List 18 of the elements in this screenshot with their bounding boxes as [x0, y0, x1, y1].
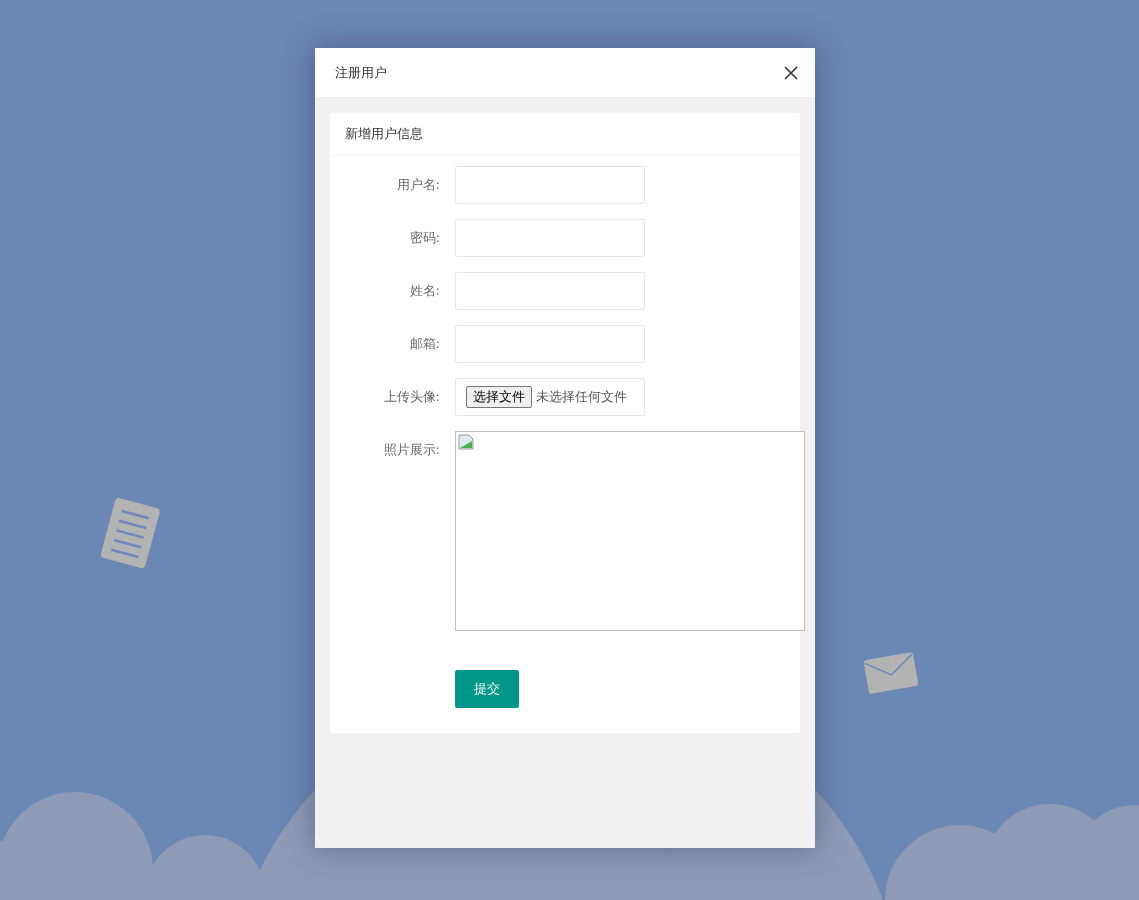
field-label: 上传头像: — [382, 388, 441, 406]
choose-file-button[interactable]: 选择文件 — [466, 386, 532, 408]
close-icon[interactable] — [784, 65, 798, 80]
field-label: 邮箱: — [408, 335, 441, 353]
input-field[interactable] — [455, 325, 645, 363]
field-label: 姓名: — [408, 282, 441, 300]
input-field[interactable] — [455, 166, 645, 204]
dialog-title: 注册用户 — [335, 63, 387, 82]
submit-button[interactable]: 提交 — [455, 670, 519, 708]
file-field[interactable]: 选择文件 未选择任何文件 — [455, 378, 645, 416]
field-label: 照片展示: — [382, 441, 441, 459]
input-field[interactable] — [455, 219, 645, 257]
card-title: 新增用户信息 — [345, 125, 423, 143]
input-field[interactable] — [455, 272, 645, 310]
file-status: 未选择任何文件 — [536, 388, 627, 406]
broken-image-icon — [458, 434, 474, 450]
field-label: 密码: — [408, 229, 441, 247]
field-label: 用户名: — [395, 176, 441, 194]
